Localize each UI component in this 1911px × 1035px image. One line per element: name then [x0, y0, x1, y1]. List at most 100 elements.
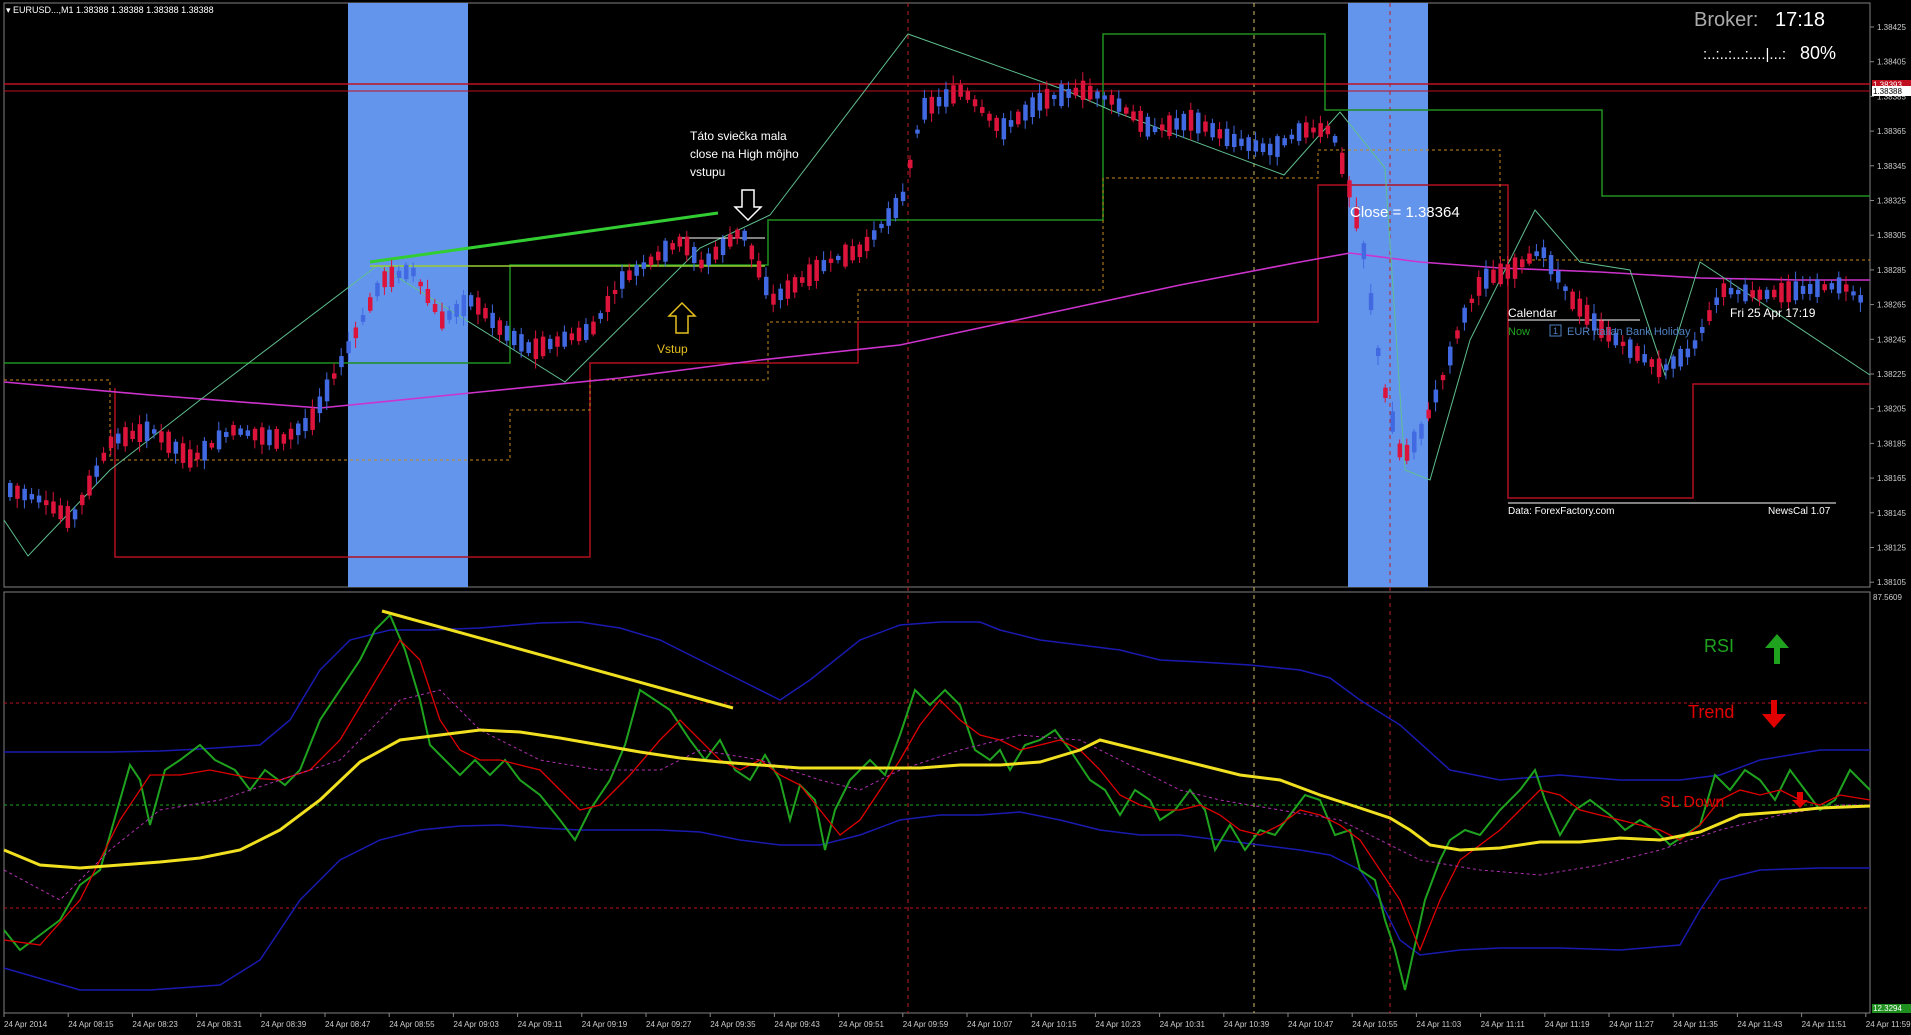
candle-body: [1469, 298, 1475, 303]
candle-body: [1390, 411, 1395, 432]
candle-body: [699, 259, 704, 269]
candle-body: [130, 430, 135, 440]
candle-body: [195, 452, 200, 460]
candle-body: [411, 267, 416, 277]
time-tick-label: 24 Apr 10:23: [1095, 1020, 1141, 1029]
candle-body: [1152, 126, 1158, 133]
candle-body: [1649, 359, 1655, 367]
note-line-2: close na High môjho: [690, 147, 799, 161]
candle-body: [1620, 341, 1626, 346]
candle-body: [173, 441, 179, 454]
candle-body: [1383, 387, 1388, 398]
candle-body: [1664, 364, 1669, 371]
indicator-axis-top: 87.5609: [1873, 593, 1902, 602]
candle-body: [915, 129, 920, 134]
price-tick-label: 1.38125: [1877, 544, 1906, 553]
time-tick-label: 24 Apr 11:11: [1481, 1020, 1526, 1029]
candle-body: [1304, 122, 1309, 138]
candle-body: [1116, 98, 1122, 112]
candle-body: [1239, 138, 1244, 146]
candle-body: [1260, 143, 1266, 152]
candle-body: [929, 96, 935, 114]
candle-body: [1844, 284, 1849, 292]
trading-chart[interactable]: 1.384251.384051.383851.383651.383451.383…: [0, 0, 1911, 1035]
candle-body: [1008, 120, 1014, 127]
candle-body: [1851, 291, 1856, 296]
candle-progress-percent: 80%: [1800, 43, 1836, 63]
candle-body: [1246, 137, 1251, 151]
candle-body: [634, 265, 639, 276]
candle-body: [1772, 289, 1777, 298]
candle-body: [51, 501, 56, 514]
candle-body: [850, 246, 855, 261]
candle-body: [58, 505, 63, 520]
candle-body: [1448, 346, 1453, 366]
time-tick-label: 24 Apr 08:23: [132, 1020, 178, 1029]
price-tick-label: 1.38245: [1877, 335, 1906, 344]
candle-body: [1721, 283, 1727, 298]
candle-body: [879, 223, 884, 229]
rsi-label: RSI: [1704, 636, 1734, 656]
calendar-title: Calendar: [1508, 306, 1557, 320]
candle-body: [346, 341, 351, 354]
candle-body: [1088, 85, 1093, 100]
candle-body: [1397, 443, 1403, 458]
time-tick-label: 24 Apr 10:47: [1288, 1020, 1334, 1029]
candle-body: [922, 97, 927, 120]
candle-body: [814, 259, 819, 281]
symbol-label[interactable]: ▾ EURUSD...,M1 1.38388 1.38388 1.38388 1…: [6, 5, 214, 15]
candle-body: [389, 266, 395, 287]
candle-body: [1282, 138, 1287, 146]
candle-body: [821, 260, 827, 272]
candle-body: [512, 330, 517, 346]
candle-body: [1556, 270, 1561, 283]
candle-body: [1030, 97, 1035, 118]
candle-body: [1440, 374, 1446, 381]
candle-body: [1707, 310, 1712, 322]
candle-body: [843, 244, 848, 267]
candle-body: [137, 424, 143, 442]
candle-body: [360, 315, 366, 322]
calendar-event[interactable]: EUR Italian Bank Holiday: [1567, 326, 1691, 338]
candle-body: [677, 236, 683, 247]
candle-body: [742, 230, 747, 241]
candle-body: [202, 440, 207, 461]
candle-body: [245, 430, 251, 436]
candle-body: [1577, 298, 1583, 317]
candle-body: [224, 432, 229, 437]
calendar-source: Data: ForexFactory.com: [1508, 506, 1615, 517]
candle-body: [29, 494, 35, 500]
candle-body: [1124, 107, 1129, 114]
indicator-axis-bottom: 12.3294: [1873, 1004, 1902, 1013]
candle-body: [1340, 152, 1345, 174]
candle-body: [1368, 293, 1374, 311]
candle-body: [1131, 111, 1136, 121]
candle-body: [468, 295, 474, 307]
price-tick-label: 1.38205: [1877, 405, 1906, 414]
candle-body: [72, 509, 78, 520]
candle-body: [1059, 84, 1064, 107]
candle-body: [1628, 339, 1633, 358]
candle-body: [44, 500, 49, 506]
candle-body: [1095, 91, 1100, 99]
candle-body: [1289, 134, 1295, 140]
candle-body: [188, 449, 193, 468]
candle-body: [1520, 259, 1525, 268]
candle-body: [1052, 94, 1057, 100]
note-line-1: Táto sviečka mala: [690, 129, 787, 143]
candle-body: [1347, 180, 1352, 198]
candle-body: [1836, 277, 1842, 294]
candle-body: [1311, 127, 1316, 133]
candle-body: [123, 427, 128, 447]
price-tick-label: 1.38325: [1877, 197, 1906, 206]
candle-body: [1174, 118, 1179, 130]
candle-body: [1296, 123, 1302, 141]
candle-body: [303, 418, 308, 432]
candle-body: [252, 428, 258, 441]
time-tick-label: 24 Apr 08:55: [389, 1020, 435, 1029]
candle-body: [1224, 128, 1230, 147]
candle-body: [1685, 348, 1691, 358]
candle-body: [1318, 123, 1323, 137]
candle-body: [87, 475, 92, 496]
price-tick-label: 1.38265: [1877, 301, 1906, 310]
